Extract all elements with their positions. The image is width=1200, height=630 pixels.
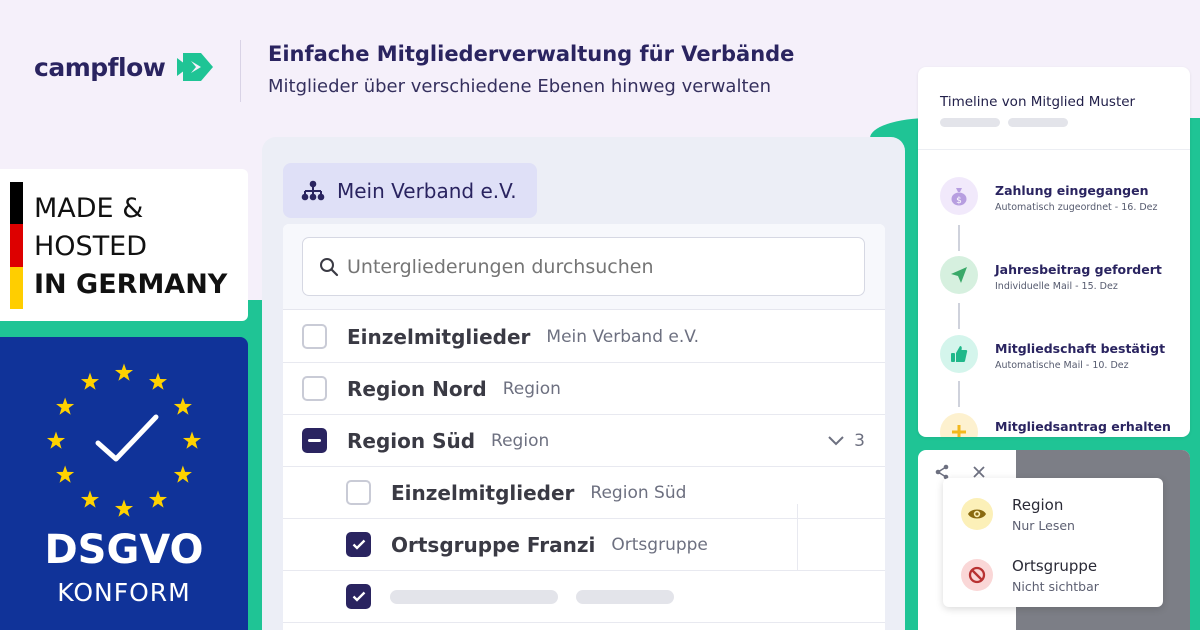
star-icon: [56, 465, 75, 483]
german-flag-icon: [10, 182, 23, 309]
timeline-item-title: Mitgliedsantrag erhalten: [995, 419, 1171, 434]
star-icon: [173, 465, 192, 483]
minus-icon: [308, 438, 321, 442]
page-subtitle: Mitglieder über verschiedene Ebenen hinw…: [268, 76, 771, 97]
list-item-placeholder[interactable]: [283, 571, 885, 623]
list-item[interactable]: Ortsgruppe Franzi Ortsgruppe: [283, 519, 885, 571]
org-root-label: Mein Verband e.V.: [337, 178, 517, 203]
timeline-item-title: Zahlung eingegangen: [995, 183, 1149, 198]
list-item[interactable]: Region Nord Region: [283, 363, 885, 415]
list-item-name: Einzelmitglieder: [347, 324, 531, 349]
search-input[interactable]: [347, 255, 827, 278]
list-item-type: Region Süd: [590, 482, 687, 503]
org-root-chip[interactable]: Mein Verband e.V.: [283, 163, 537, 218]
star-icon: [173, 397, 192, 415]
timeline-item[interactable]: Mitgliedsantrag erhalten: [940, 413, 1190, 437]
forbidden-icon: [961, 559, 993, 591]
close-icon[interactable]: [973, 466, 985, 478]
timeline-card: Timeline von Mitglied Muster $ Zahlung e…: [918, 67, 1190, 437]
eu-stars-icon: [46, 363, 202, 517]
list-item-name: Einzelmitglieder: [391, 480, 575, 505]
star-icon: [114, 363, 134, 381]
money-bag-icon: $: [940, 177, 978, 215]
list-item-name: Ortsgruppe Franzi: [391, 532, 596, 557]
list-item[interactable]: Einzelmitglieder Region Süd: [283, 467, 885, 519]
thumbs-up-icon: [940, 335, 978, 373]
checkbox-checked[interactable]: [346, 584, 371, 609]
star-icon: [80, 372, 100, 390]
eye-icon: [961, 498, 993, 530]
list-item-type: Region: [491, 430, 550, 451]
dsgvo-label: DSGVO: [44, 527, 204, 573]
star-icon: [114, 499, 134, 517]
timeline-item[interactable]: Jahresbeitrag gefordert Individuelle Mai…: [940, 256, 1190, 296]
timeline-divider: [918, 149, 1190, 150]
timeline-item[interactable]: $ Zahlung eingegangen Automatisch zugeor…: [940, 177, 1190, 217]
timeline-title: Timeline von Mitglied Muster: [940, 94, 1136, 110]
permission-item[interactable]: Ortsgruppe Nicht sichtbar: [961, 555, 1161, 595]
checkbox-checked[interactable]: [346, 532, 371, 557]
skeleton-chip: [940, 118, 1000, 127]
list-item-type: Ortsgruppe: [611, 534, 708, 555]
svg-text:$: $: [956, 196, 962, 206]
page-title: Einfache Mitgliederverwaltung für Verbän…: [268, 42, 795, 66]
campflow-logo-icon: [177, 53, 214, 81]
permission-level: Nicht sichtbar: [1012, 579, 1099, 594]
header-divider: [240, 40, 241, 102]
timeline-item-meta: Automatische Mail - 10. Dez: [995, 360, 1129, 371]
timeline-connector: [958, 225, 960, 251]
list-item[interactable]: Region Süd Region 3: [283, 415, 885, 467]
subdivision-list: Einzelmitglieder Mein Verband e.V. Regio…: [283, 224, 885, 630]
list-item[interactable]: Einzelmitglieder Mein Verband e.V.: [283, 311, 885, 363]
search-icon: [320, 257, 339, 276]
checkbox[interactable]: [302, 376, 327, 401]
star-icon: [148, 490, 168, 508]
skeleton-chip: [1008, 118, 1068, 127]
skeleton-type: [576, 589, 674, 604]
permission-level: Nur Lesen: [1012, 518, 1075, 533]
list-item-type: Mein Verband e.V.: [546, 326, 700, 347]
chevron-down-icon: [828, 435, 844, 445]
timeline-connector: [958, 303, 960, 329]
made-in-germany-text: MADE & HOSTED IN GERMANY: [34, 193, 228, 300]
list-column-divider: [797, 504, 798, 570]
list-item-name: Region Süd: [347, 428, 476, 453]
hierarchy-icon: [301, 180, 325, 200]
expand-toggle[interactable]: 3: [828, 431, 865, 451]
star-icon: [148, 372, 168, 390]
timeline-item-title: Jahresbeitrag gefordert: [995, 262, 1162, 277]
check-icon: [95, 414, 159, 462]
search-area: [283, 224, 885, 310]
timeline-connector: [958, 381, 960, 407]
checkbox-indeterminate[interactable]: [302, 428, 327, 453]
star-icon: [56, 397, 75, 415]
konform-label: KONFORM: [57, 578, 191, 607]
skeleton-name: [390, 589, 558, 604]
send-icon: [940, 256, 978, 294]
permission-name: Ortsgruppe: [1012, 557, 1098, 575]
campflow-logo[interactable]: campflow: [34, 50, 215, 84]
timeline-item[interactable]: Mitgliedschaft bestätigt Automatische Ma…: [940, 335, 1190, 375]
list-item-type: Region: [502, 378, 561, 399]
star-icon: [46, 431, 66, 449]
check-icon: [352, 591, 365, 602]
list-item-name: Region Nord: [347, 376, 487, 401]
permission-item[interactable]: Region Nur Lesen: [961, 494, 1161, 534]
check-icon: [352, 539, 365, 550]
search-box[interactable]: [302, 237, 865, 296]
timeline-item-meta: Automatisch zugeordnet - 16. Dez: [995, 202, 1158, 213]
brand-name: campflow: [34, 52, 166, 82]
timeline-item-meta: Individuelle Mail - 15. Dez: [995, 281, 1118, 292]
plus-icon: [940, 413, 978, 437]
visibility-popover: Region Nur Lesen Ortsgruppe Nicht sichtb…: [943, 478, 1163, 607]
star-icon: [80, 490, 100, 508]
child-count: 3: [854, 430, 865, 451]
timeline-item-title: Mitgliedschaft bestätigt: [995, 341, 1166, 356]
star-icon: [182, 431, 202, 449]
checkbox[interactable]: [346, 480, 371, 505]
checkbox[interactable]: [302, 324, 327, 349]
permission-name: Region: [1012, 496, 1064, 514]
